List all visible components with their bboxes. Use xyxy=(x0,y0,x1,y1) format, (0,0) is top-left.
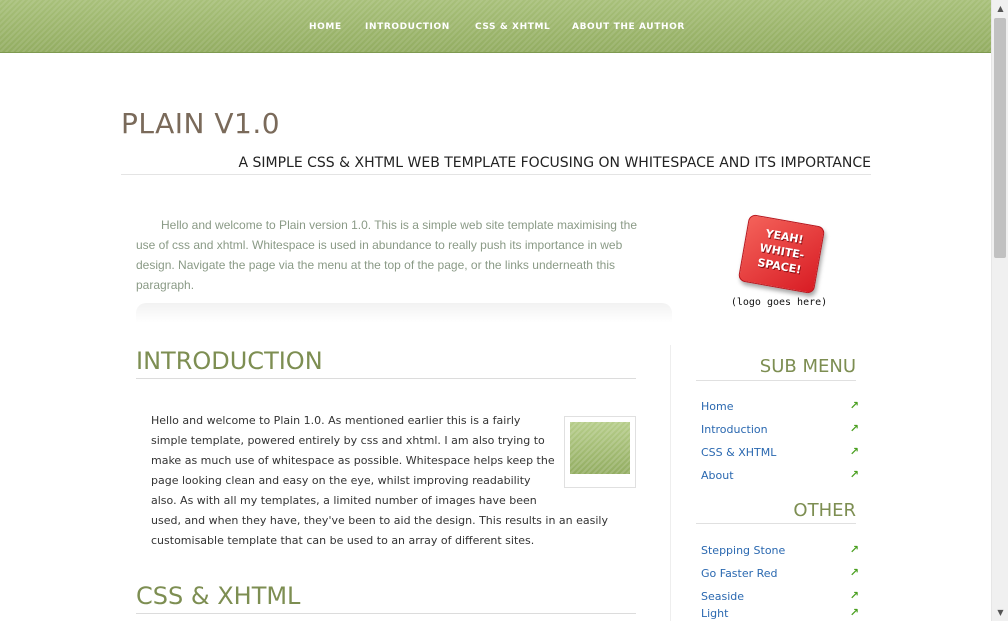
arrow-up-right-icon: ↗ xyxy=(849,468,859,481)
sidebar-link-label: Seaside xyxy=(701,590,745,603)
section-heading-introduction: INTRODUCTION xyxy=(136,347,323,375)
scroll-down-arrow-icon[interactable]: ▼ xyxy=(992,604,1008,621)
sidebar-link-go-faster-red[interactable]: Go Faster Red ↗ xyxy=(701,566,859,581)
header-divider xyxy=(121,174,871,175)
sidebar-link-seaside[interactable]: Seaside ↗ xyxy=(701,589,859,604)
arrow-up-right-icon: ↗ xyxy=(849,606,859,619)
body-line: page looking clean and easy on the eye, … xyxy=(151,474,531,487)
sidebar-link-introduction[interactable]: Introduction ↗ xyxy=(701,422,859,437)
section-rule-css-xhtml xyxy=(136,613,636,614)
sidebar-link-light[interactable]: Light ↗ xyxy=(701,606,859,621)
main-nav: HOME INTRODUCTION CSS & XHTML ABOUT THE … xyxy=(0,22,991,36)
sidebar-heading-other: OTHER xyxy=(793,500,856,521)
body-line: simple template, powered entirely by css… xyxy=(151,434,545,447)
sidebar-rule xyxy=(696,380,856,381)
scrollbar-thumb[interactable] xyxy=(994,18,1006,258)
sidebar-link-label: Introduction xyxy=(701,423,768,436)
sidebar-link-label: Stepping Stone xyxy=(701,544,786,557)
section-rule-introduction xyxy=(136,378,636,379)
body-line: make as much use of whitespace as possib… xyxy=(151,454,555,467)
sidebar-link-label: CSS & XHTML xyxy=(701,446,777,459)
body-line: also. As with all my templates, a limite… xyxy=(151,494,537,507)
sidebar-link-label: Go Faster Red xyxy=(701,567,778,580)
logo-badge-text: YEAH! WHITE- SPACE! xyxy=(756,227,806,277)
sidebar-link-stepping-stone[interactable]: Stepping Stone ↗ xyxy=(701,543,859,558)
nav-home-link[interactable]: HOME xyxy=(309,22,342,32)
logo-badge: YEAH! WHITE- SPACE! xyxy=(737,213,826,295)
body-line: customisable template that can be used t… xyxy=(151,534,535,547)
arrow-up-right-icon: ↗ xyxy=(849,543,859,556)
body-line: Hello and welcome to Plain 1.0. As menti… xyxy=(151,414,521,427)
arrow-up-right-icon: ↗ xyxy=(849,399,859,412)
sidebar-link-label: Light xyxy=(701,607,729,620)
intro-paragraph: Hello and welcome to Plain version 1.0. … xyxy=(136,218,637,292)
arrow-up-right-icon: ↗ xyxy=(849,566,859,579)
nav-css-xhtml-link[interactable]: CSS & XHTML xyxy=(475,22,550,32)
nav-about-author-link[interactable]: ABOUT THE AUTHOR xyxy=(572,22,685,32)
nav-introduction-link[interactable]: INTRODUCTION xyxy=(365,22,450,32)
arrow-up-right-icon: ↗ xyxy=(849,589,859,602)
sidebar-heading-sub-menu: SUB MENU xyxy=(759,356,856,377)
site-tagline: A SIMPLE CSS & XHTML WEB TEMPLATE FOCUSI… xyxy=(238,155,871,171)
arrow-up-right-icon: ↗ xyxy=(849,445,859,458)
vertical-scrollbar[interactable]: ▲ ▼ xyxy=(991,0,1008,621)
logo-caption: (logo goes here) xyxy=(730,297,828,308)
site-title: PLAIN V1.0 xyxy=(121,107,281,140)
scroll-up-arrow-icon[interactable]: ▲ xyxy=(992,0,1008,17)
sidebar-link-about[interactable]: About ↗ xyxy=(701,468,859,483)
sidebar-link-label: About xyxy=(701,469,734,482)
page: HOME INTRODUCTION CSS & XHTML ABOUT THE … xyxy=(0,0,991,621)
introduction-body: Hello and welcome to Plain 1.0. As menti… xyxy=(151,411,608,551)
content-column-divider xyxy=(670,345,671,621)
sidebar-link-home[interactable]: Home ↗ xyxy=(701,399,859,414)
body-line: used, and when they have, they've been t… xyxy=(151,514,608,527)
arrow-up-right-icon: ↗ xyxy=(849,422,859,435)
section-heading-css-xhtml: CSS & XHTML xyxy=(136,582,301,610)
sidebar-rule xyxy=(696,523,856,524)
sidebar-link-label: Home xyxy=(701,400,734,413)
sidebar-link-css-xhtml[interactable]: CSS & XHTML ↗ xyxy=(701,445,859,460)
intro-shadow-divider xyxy=(136,303,672,323)
top-nav-bar: HOME INTRODUCTION CSS & XHTML ABOUT THE … xyxy=(0,0,991,53)
